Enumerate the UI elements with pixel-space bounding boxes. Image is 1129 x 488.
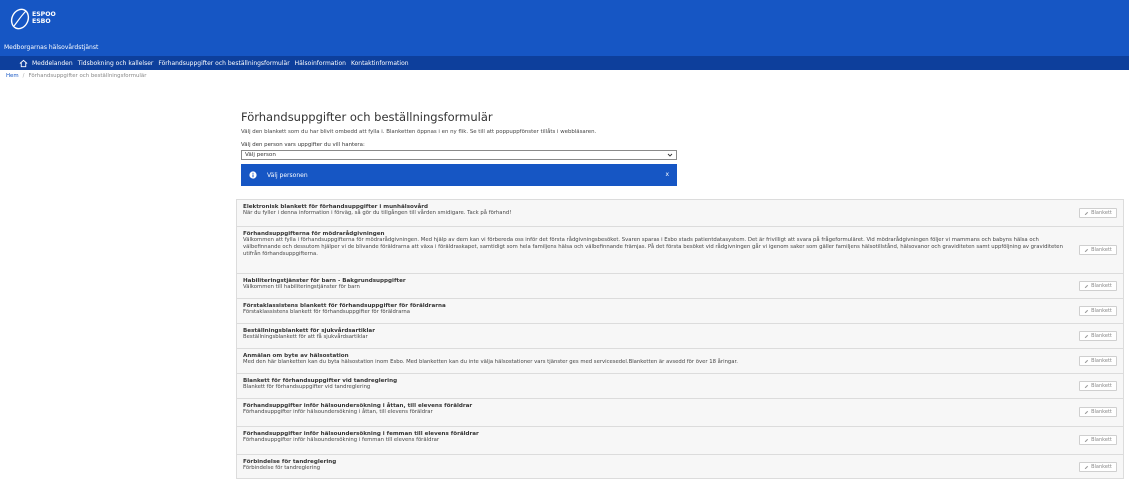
open-form-button-label: Blankett: [1091, 358, 1112, 364]
nav-item-forms[interactable]: Förhandsuppgifter och beställningsformul…: [158, 60, 289, 67]
person-select-label: Välj den person vars uppgifter du vill h…: [241, 142, 365, 148]
logo-text: ESPOO ESBO: [32, 12, 56, 25]
page-intro: Välj den blankett som du har blivit ombe…: [241, 129, 597, 135]
open-form-button-label: Blankett: [1091, 464, 1112, 470]
form-description: Beställningsblankett för att få sjukvård…: [243, 334, 368, 340]
breadcrumb-current: Förhandsuppgifter och beställningsformul…: [28, 73, 147, 79]
pencil-icon: [1084, 309, 1089, 313]
form-list-item: Förbindelse för tandreglering Förbindelse…: [236, 454, 1124, 479]
logo-line-esbo: ESBO: [32, 18, 51, 25]
form-description: Förhandsuppgifter inför hälsoundersöknin…: [243, 437, 440, 443]
open-form-button-label: Blankett: [1091, 210, 1112, 216]
breadcrumb-separator: /: [22, 73, 25, 79]
form-list-item: Förstaklassistens blankett för förhandsu…: [236, 298, 1124, 323]
form-description: Förstaklassistens blankett för förhandsu…: [243, 309, 411, 315]
page-title: Förhandsuppgifter och beställningsformul…: [241, 110, 493, 124]
main-nav: Meddelanden Tidsbokning och kallelser Fö…: [0, 56, 1129, 70]
open-form-button[interactable]: Blankett: [1079, 381, 1117, 391]
form-list-item: Elektronisk blankett för förhandsuppgift…: [236, 199, 1124, 226]
open-form-button[interactable]: Blankett: [1079, 306, 1117, 316]
forms-list: Elektronisk blankett för förhandsuppgift…: [236, 199, 1124, 479]
site-name: Medborgarnas hälsovårdstjänst: [4, 44, 99, 51]
open-form-button-label: Blankett: [1091, 283, 1112, 289]
alert-text: Välj personen: [267, 171, 308, 179]
nav-item-contact[interactable]: Kontaktinformation: [351, 60, 409, 67]
open-form-button[interactable]: Blankett: [1079, 407, 1117, 417]
pencil-icon: [1084, 465, 1089, 469]
nav-item-messages[interactable]: Meddelanden: [32, 60, 73, 67]
open-form-button[interactable]: Blankett: [1079, 435, 1117, 445]
nav-item-appointments[interactable]: Tidsbokning och kallelser: [78, 60, 154, 67]
pencil-icon: [1084, 334, 1089, 338]
pencil-icon: [1084, 438, 1089, 442]
open-form-button[interactable]: Blankett: [1079, 462, 1117, 472]
site-header: ESPOO ESBO Medborgarnas hälsovårdstjänst: [0, 0, 1129, 56]
form-list-item: Förhandsuppgifterna för mödrarådgivninge…: [236, 226, 1124, 273]
pencil-icon: [1084, 410, 1089, 414]
form-list-item: Habiliteringstjänster för barn - Bakgrun…: [236, 273, 1124, 298]
form-description: När du fyller i denna information i förv…: [243, 210, 512, 216]
form-list-item: Beställningsblankett för sjukvårdsartikl…: [236, 323, 1124, 348]
nav-item-health-info[interactable]: Hälsoinformation: [295, 60, 346, 67]
open-form-button[interactable]: Blankett: [1079, 208, 1117, 218]
open-form-button[interactable]: Blankett: [1079, 356, 1117, 366]
form-description: Välkommen till habiliteringstjänster för…: [243, 284, 360, 290]
breadcrumb: Hem / Förhandsuppgifter och beställnings…: [0, 70, 1129, 82]
form-description: Förhandsuppgifter inför hälsoundersöknin…: [243, 409, 433, 415]
person-select-value: Välj person: [245, 152, 276, 158]
info-icon: [249, 171, 257, 179]
pencil-icon: [1084, 211, 1089, 215]
open-form-button[interactable]: Blankett: [1079, 245, 1117, 255]
form-description: Blankett för förhandsuppgifter vid tandr…: [243, 384, 371, 390]
main-content: Förhandsuppgifter och beställningsformul…: [241, 110, 677, 186]
chevron-down-icon: [667, 153, 673, 157]
pencil-icon: [1084, 384, 1089, 388]
person-select[interactable]: Välj person: [241, 150, 677, 160]
pencil-icon: [1084, 359, 1089, 363]
open-form-button-label: Blankett: [1091, 383, 1112, 389]
form-list-item: Blankett för förhandsuppgifter vid tandr…: [236, 373, 1124, 398]
pencil-icon: [1084, 284, 1089, 288]
open-form-button-label: Blankett: [1091, 308, 1112, 314]
select-person-alert: Välj personen x: [241, 164, 677, 186]
open-form-button[interactable]: Blankett: [1079, 331, 1117, 341]
open-form-button[interactable]: Blankett: [1079, 281, 1117, 291]
form-description: Med den här blanketten kan du byta hälso…: [243, 359, 738, 365]
form-description: Förbindelse för tandreglering: [243, 465, 321, 471]
open-form-button-label: Blankett: [1091, 409, 1112, 415]
breadcrumb-home-link[interactable]: Hem: [6, 73, 19, 79]
form-list-item: Förhandsuppgifter inför hälsoundersöknin…: [236, 398, 1124, 426]
pencil-icon: [1084, 248, 1089, 252]
open-form-button-label: Blankett: [1091, 247, 1112, 253]
open-form-button-label: Blankett: [1091, 333, 1112, 339]
form-list-item: Anmälan om byte av hälsostation Med den h…: [236, 348, 1124, 373]
form-description: Välkommen att fylla i förhandsuppgiftern…: [243, 237, 1063, 257]
alert-close-button[interactable]: x: [665, 171, 669, 178]
espoo-logo[interactable]: ESPOO ESBO: [10, 7, 56, 31]
espoo-logo-mark: [10, 8, 30, 30]
open-form-button-label: Blankett: [1091, 437, 1112, 443]
home-icon[interactable]: [19, 59, 28, 68]
form-list-item: Förhandsuppgifter inför hälsoundersöknin…: [236, 426, 1124, 454]
